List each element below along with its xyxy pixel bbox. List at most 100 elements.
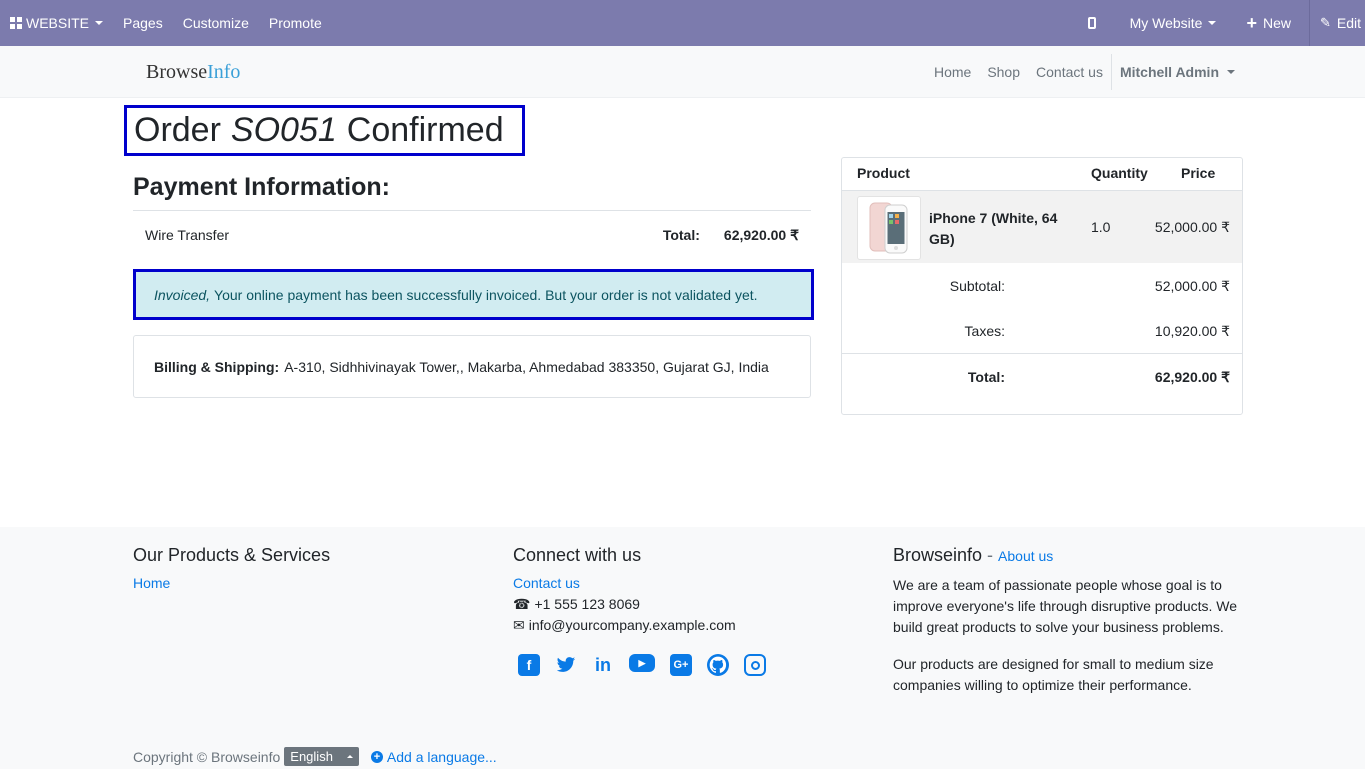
new-button[interactable]: + New [1236, 0, 1309, 46]
subtotal-label: Subtotal: [949, 278, 1005, 294]
envelope-icon: ✉ [513, 616, 525, 633]
title-suffix: Confirmed [346, 111, 504, 149]
footer-about-heading: Browseinfo - About us [893, 545, 1243, 567]
mobile-preview-button[interactable] [1078, 0, 1120, 46]
brand-logo[interactable]: BrowseInfo [146, 61, 240, 84]
product-name[interactable]: iPhone 7 (White, 64 GB) [929, 208, 1079, 250]
about-dash: - [982, 545, 999, 565]
order-summary-card: Product Quantity Price iPhone 7 (White, … [841, 157, 1243, 415]
header-price: Price [1181, 165, 1216, 181]
divider [842, 353, 1242, 354]
header-quantity: Quantity [1091, 165, 1148, 181]
facebook-icon[interactable]: f [518, 654, 540, 676]
caret-up-icon [346, 755, 353, 758]
phone-icon: ☎ [513, 595, 531, 612]
pages-menu[interactable]: Pages [113, 0, 173, 46]
add-language-label: Add a language... [386, 748, 497, 765]
footer: Our Products & Services Home Connect wit… [0, 527, 1365, 769]
brand-part2: Info [207, 61, 241, 83]
page-title: Order SO051 Confirmed [124, 105, 525, 156]
admin-bar: WEBSITE Pages Customize Promote My Websi… [0, 0, 1365, 46]
apps-grid-icon [10, 17, 22, 29]
plus-icon: + [1246, 13, 1257, 33]
twitter-icon[interactable] [555, 654, 577, 676]
about-paragraph-1: We are a team of passionate people whose… [893, 577, 1238, 635]
taxes-value: 10,920.00 ₹ [1154, 323, 1230, 339]
youtube-icon[interactable]: ▶ [629, 654, 655, 672]
alert-message: Your online payment has been successfull… [214, 286, 758, 303]
taxes-row: Taxes: 10,920.00 ₹ [842, 323, 1242, 343]
mobile-icon [1087, 17, 1096, 29]
alert-status: Invoiced, [154, 286, 211, 303]
subtotal-value: 52,000.00 ₹ [1154, 278, 1230, 294]
payment-total-label: Total: [662, 227, 700, 243]
user-menu[interactable]: Mitchell Admin [1112, 64, 1243, 80]
my-website-label: My Website [1129, 15, 1203, 31]
customize-menu[interactable]: Customize [173, 0, 259, 46]
brand-part1: Browse [146, 61, 208, 83]
table-row: iPhone 7 (White, 64 GB) 1.0 52,000.00 ₹ [842, 190, 1242, 263]
edit-label: Edit [1336, 15, 1361, 31]
footer-col-connect: Connect with us Contact us ☎ +1 555 123 … [513, 527, 781, 676]
google-plus-icon[interactable]: G+ [670, 654, 692, 676]
total-row: Total: 62,920.00 ₹ [842, 369, 1242, 389]
copyright-text: Copyright © Browseinfo [133, 748, 281, 765]
payment-heading: Payment Information: [133, 173, 390, 201]
nav-contact[interactable]: Contact us [1028, 64, 1111, 80]
copyright-bar: Copyright © Browseinfo English + Add a l… [133, 747, 497, 766]
new-label: New [1262, 15, 1291, 31]
footer-connect-heading: Connect with us [513, 545, 642, 565]
phone-number: +1 555 123 8069 [534, 596, 640, 612]
subtotal-row: Subtotal: 52,000.00 ₹ [842, 278, 1242, 298]
caret-down-icon [95, 21, 104, 25]
summary-header: Product Quantity Price [842, 165, 1242, 185]
footer-email: ✉ info@yourcompany.example.com [513, 616, 781, 634]
my-website-menu[interactable]: My Website [1120, 0, 1237, 46]
about-us-link[interactable]: About us [998, 548, 1053, 564]
user-name: Mitchell Admin [1119, 64, 1219, 80]
divider [133, 210, 811, 211]
taxes-label: Taxes: [964, 323, 1005, 339]
promote-menu[interactable]: Promote [259, 0, 332, 46]
about-company-name: Browseinfo [893, 545, 983, 565]
header-product: Product [857, 165, 910, 181]
instagram-icon[interactable] [744, 654, 766, 676]
github-icon[interactable] [707, 654, 729, 676]
billing-label: Billing & Shipping: [154, 358, 280, 375]
total-value: 62,920.00 ₹ [1154, 369, 1230, 385]
footer-col-about: Browseinfo - About us We are a team of p… [893, 527, 1243, 696]
product-quantity: 1.0 [1091, 219, 1111, 235]
site-navbar: BrowseInfo Home Shop Contact us Mitchell… [0, 46, 1365, 98]
website-menu-label: WEBSITE [26, 15, 90, 31]
invoice-alert: Invoiced, Your online payment has been s… [133, 269, 814, 320]
payment-method: Wire Transfer [145, 227, 230, 243]
website-menu[interactable]: WEBSITE [0, 0, 113, 46]
linkedin-icon[interactable]: in [592, 654, 614, 676]
nav-shop[interactable]: Shop [979, 64, 1028, 80]
language-label: English [290, 749, 333, 764]
footer-home-link[interactable]: Home [133, 575, 330, 591]
title-prefix: Order [134, 111, 221, 149]
total-label: Total: [967, 369, 1005, 385]
caret-down-icon [1227, 70, 1235, 74]
billing-address: A-310, Sidhhivinayak Tower,, Makarba, Ah… [284, 358, 769, 375]
caret-down-icon [1208, 21, 1217, 25]
footer-contact-link[interactable]: Contact us [513, 575, 781, 591]
payment-row: Wire Transfer Total: 62,920.00 ₹ [133, 224, 811, 246]
payment-total-value: 62,920.00 ₹ [723, 226, 799, 243]
footer-products-heading: Our Products & Services [133, 545, 331, 565]
add-language-link[interactable]: + Add a language... [370, 748, 497, 765]
edit-button[interactable]: ✎ Edit [1308, 0, 1365, 46]
social-links: f in ▶ G+ [518, 654, 781, 676]
plus-circle-icon: + [370, 750, 383, 763]
about-paragraph-2: Our products are designed for small to m… [893, 656, 1214, 693]
order-reference: SO051 [230, 111, 337, 149]
language-selector[interactable]: English [284, 747, 359, 766]
billing-shipping-card: Billing & Shipping: A-310, Sidhhivinayak… [133, 335, 811, 398]
nav-home[interactable]: Home [926, 64, 979, 80]
product-price: 52,000.00 ₹ [1154, 219, 1230, 235]
email-address: info@yourcompany.example.com [528, 617, 736, 633]
pencil-icon: ✎ [1319, 15, 1331, 30]
footer-col-products: Our Products & Services Home [133, 527, 331, 591]
product-image[interactable] [857, 196, 921, 260]
